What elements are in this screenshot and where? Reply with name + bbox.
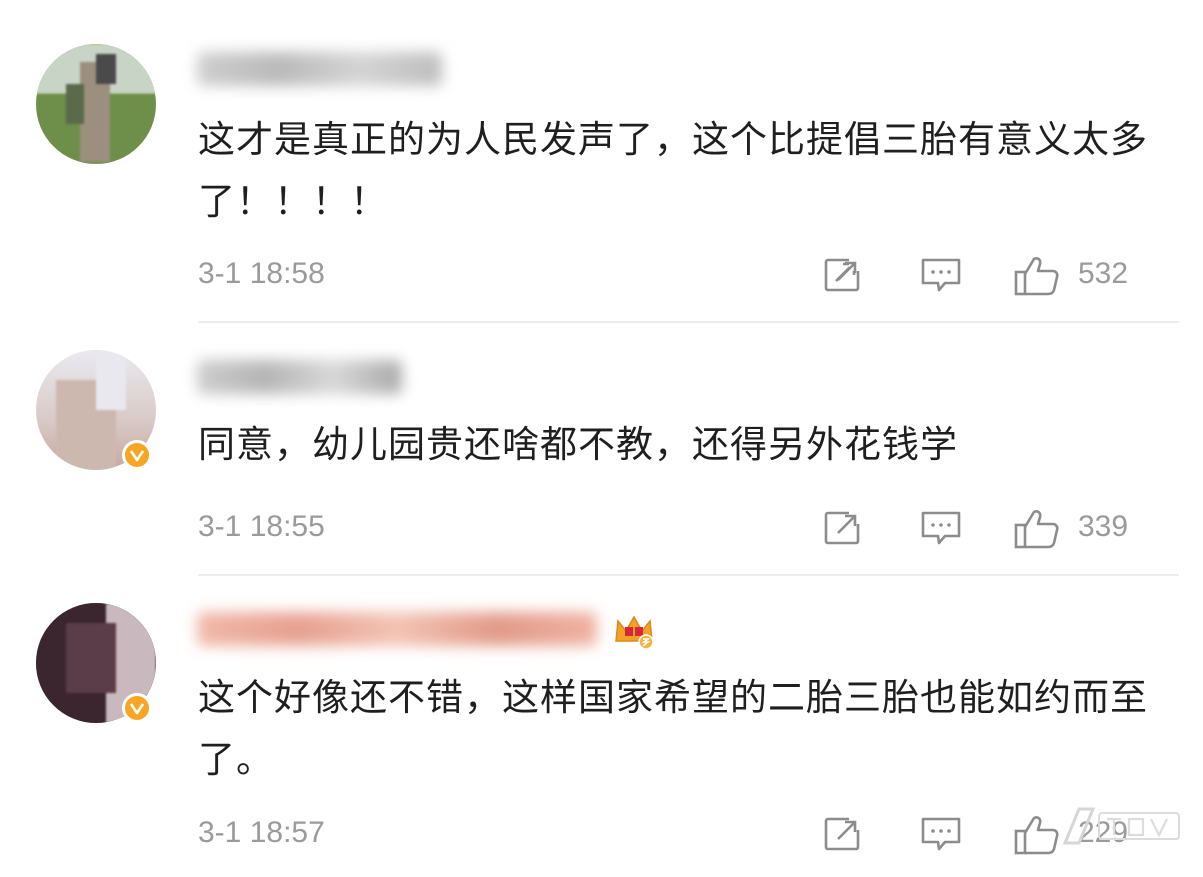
comment-meta-row: 3-1 18:55 339 (198, 508, 1142, 549)
repost-icon[interactable] (823, 255, 863, 295)
timestamp: 3-1 18:58 (198, 257, 325, 290)
username-blurred[interactable] (197, 52, 442, 86)
timestamp: 3-1 18:57 (198, 816, 325, 849)
verified-v-icon (122, 440, 152, 470)
comment-meta-row: 3-1 18:58 532 (198, 255, 1142, 296)
username-blurred[interactable] (197, 360, 402, 394)
comment-feed-screen: { "colors": { "text": "#1f1f1f", "meta":… (0, 0, 1203, 877)
divider (198, 574, 1179, 576)
timestamp: 3-1 18:55 (198, 510, 325, 543)
username-blurred[interactable] (197, 612, 597, 646)
comment-icon[interactable] (920, 255, 962, 295)
comment-icon[interactable] (920, 814, 962, 854)
comment-text: 这才是真正的为人民发声了，这个比提倡三胎有意义太多了！！！！ (198, 118, 1148, 223)
watermark (1059, 801, 1189, 851)
comment-icon[interactable] (920, 508, 962, 548)
comment-text: 同意，幼儿园贵还啥都不教，还得另外花钱学 (198, 423, 958, 466)
divider (198, 321, 1179, 323)
thumbs-up-icon[interactable] (1014, 508, 1060, 549)
crown-membership-icon (612, 611, 656, 651)
thumbs-up-icon[interactable] (1014, 255, 1060, 296)
repost-icon[interactable] (823, 508, 863, 548)
like-count: 532 (1078, 257, 1129, 290)
thumbs-up-icon[interactable] (1014, 814, 1060, 855)
like-count: 339 (1078, 510, 1129, 543)
avatar[interactable] (36, 44, 156, 164)
comment-text: 这个好像还不错，这样国家希望的二胎三胎也能如约而至了。 (198, 676, 1148, 781)
verified-v-icon (122, 693, 152, 723)
comment-meta-row: 3-1 18:57 229 (198, 814, 1142, 855)
repost-icon[interactable] (823, 814, 863, 854)
